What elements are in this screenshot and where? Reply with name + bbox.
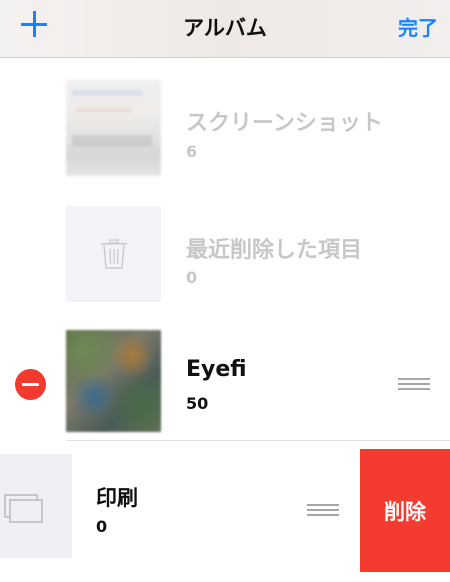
album-thumbnail xyxy=(66,330,161,432)
reorder-handle-icon[interactable] xyxy=(307,504,339,516)
page-title: アルバム xyxy=(183,16,267,40)
album-row-print[interactable]: 印刷 0 削除 xyxy=(0,449,450,572)
album-title: 印刷 xyxy=(96,486,138,510)
album-row-recently-deleted: 最近削除した項目 0 xyxy=(0,148,450,302)
reorder-handle-icon[interactable] xyxy=(398,378,430,390)
albums-edit-screen: アルバム 完了 スクリーンショット 6 最近削除した項目 0 Eyefi 50 xyxy=(0,0,450,582)
album-title: Eyefi xyxy=(186,357,247,382)
album-thumbnail xyxy=(0,454,72,558)
album-row-content: 印刷 0 xyxy=(0,449,360,572)
album-count: 50 xyxy=(186,394,209,413)
navigation-bar: アルバム 完了 xyxy=(0,0,450,58)
trash-icon xyxy=(101,239,127,269)
album-thumbnail xyxy=(66,206,161,302)
album-count: 0 xyxy=(186,268,198,287)
done-button[interactable]: 完了 xyxy=(398,12,438,41)
plus-icon[interactable] xyxy=(20,10,50,40)
row-divider xyxy=(66,440,450,441)
album-title: 最近削除した項目 xyxy=(186,238,363,263)
delete-button[interactable]: 削除 xyxy=(360,449,450,572)
album-title: スクリーンショット xyxy=(186,111,383,136)
stacked-albums-icon xyxy=(4,494,43,523)
minus-circle-icon[interactable] xyxy=(15,369,46,400)
album-count: 0 xyxy=(96,517,108,536)
